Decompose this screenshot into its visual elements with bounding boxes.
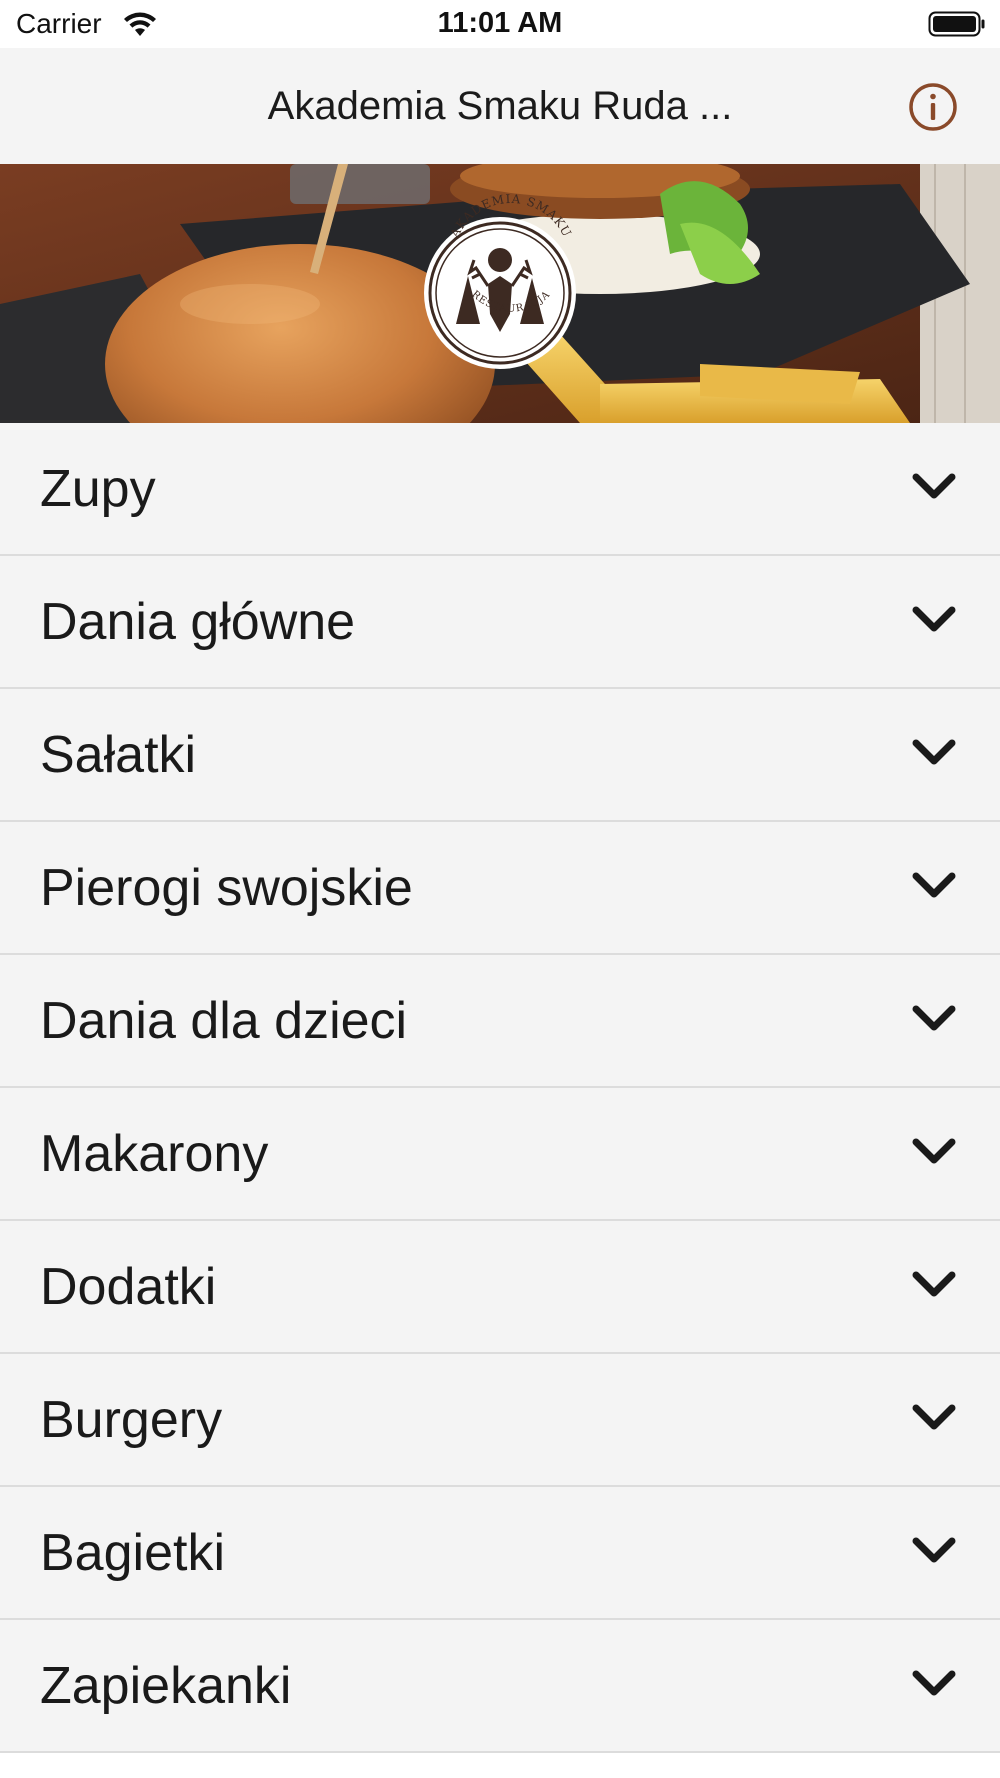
- hero-image: AKADEMIA SMAKU RESTAURACJA: [0, 164, 1000, 423]
- chevron-down-icon: [912, 872, 956, 898]
- chevron-down-icon: [912, 1271, 956, 1297]
- info-circle-icon[interactable]: [908, 82, 958, 132]
- navigation-bar: Akademia Smaku Ruda ...: [0, 48, 1000, 164]
- menu-category-label: Burgery: [40, 1391, 223, 1449]
- menu-category-row[interactable]: Burgery: [0, 1354, 1000, 1487]
- chevron-down-icon: [912, 1537, 956, 1563]
- menu-category-row[interactable]: Makarony: [0, 1088, 1000, 1221]
- chevron-down-icon: [912, 473, 956, 499]
- menu-category-label: Dania główne: [40, 593, 356, 651]
- menu-category-row[interactable]: Dania dla dzieci: [0, 955, 1000, 1088]
- battery-icon: [928, 11, 985, 37]
- menu-category-row[interactable]: Bagietki: [0, 1487, 1000, 1620]
- chevron-down-icon: [912, 1404, 956, 1430]
- chevron-down-icon: [912, 1138, 956, 1164]
- menu-category-label: Bagietki: [40, 1524, 225, 1582]
- menu-category-label: Zupy: [40, 460, 156, 518]
- menu-category-row[interactable]: Dania główne: [0, 556, 1000, 689]
- menu-category-label: Dodatki: [40, 1258, 217, 1316]
- status-time: 11:01 AM: [437, 7, 563, 39]
- menu-category-label: Sałatki: [40, 726, 197, 784]
- menu-category-row[interactable]: Dodatki: [0, 1221, 1000, 1354]
- chevron-down-icon: [912, 1005, 956, 1031]
- status-bar: Carrier 11:01 AM: [0, 0, 1000, 48]
- chevron-down-icon: [912, 739, 956, 765]
- menu-category-list: Zupy Dania główne Sałatki Pierogi swojsk…: [0, 423, 1000, 1753]
- chevron-down-icon: [912, 606, 956, 632]
- content: Carrier 11:01 AM Akademia Smaku Ruda ...: [0, 0, 1000, 1778]
- menu-category-row[interactable]: Pierogi swojskie: [0, 822, 1000, 955]
- menu-category-label: Dania dla dzieci: [40, 992, 408, 1050]
- page-title: Akademia Smaku Ruda ...: [267, 84, 733, 128]
- hero-banner: AKADEMIA SMAKU RESTAURACJA: [0, 164, 1000, 423]
- menu-category-row[interactable]: Zupy: [0, 423, 1000, 556]
- menu-category-row[interactable]: Sałatki: [0, 689, 1000, 822]
- menu-category-label: Pierogi swojskie: [40, 859, 413, 917]
- menu-category-label: Zapiekanki: [40, 1657, 292, 1715]
- chevron-down-icon: [912, 1670, 956, 1696]
- app-screen: Carrier 11:01 AM Akademia Smaku Ruda ...: [0, 0, 1000, 1778]
- menu-category-label: Makarony: [40, 1125, 269, 1183]
- menu-category-row[interactable]: Zapiekanki: [0, 1620, 1000, 1753]
